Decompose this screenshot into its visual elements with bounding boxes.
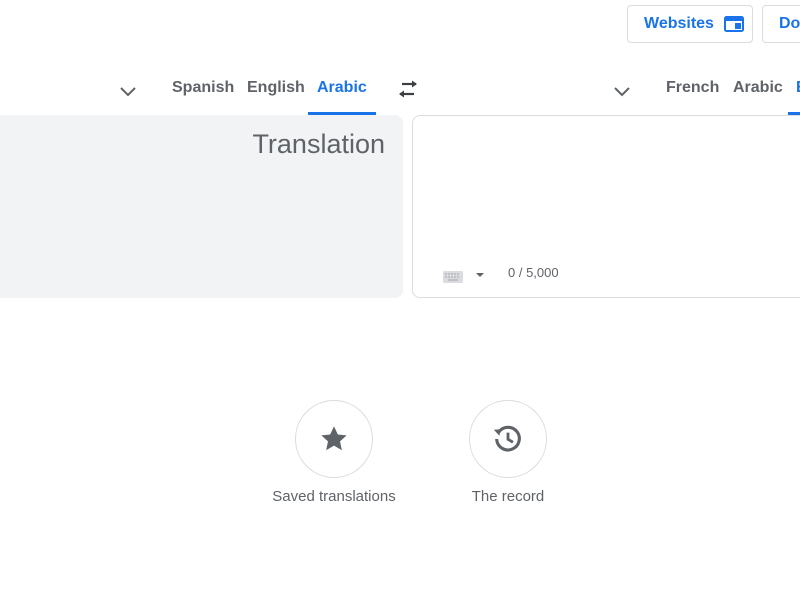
history-label: The record [471,488,545,505]
language-bar: Spanish English Arabic French Arabic E [0,68,800,116]
tab-target-french[interactable]: French [666,68,719,114]
tab-source-english[interactable]: English [247,68,305,114]
websites-button-label: Websites [644,15,714,32]
chevron-down-icon [120,87,136,97]
input-text-panel[interactable]: 0 / 5,000 [412,115,800,298]
documents-button-label: Do [779,15,800,32]
translate-page: Websites Do Spanish English Arabic Frenc… [0,0,800,600]
source-text: Translation [252,129,385,159]
history: The record [428,400,588,505]
keyboard-icon[interactable] [443,270,463,283]
source-language-dropdown[interactable] [116,80,140,104]
swap-languages-button[interactable] [394,76,422,104]
documents-button[interactable]: Do [762,5,800,43]
tab-target-arabic[interactable]: Arabic [733,68,783,114]
character-count: 0 / 5,000 [508,265,559,280]
star-icon [321,426,347,451]
history-icon [493,425,521,452]
saved-translations-label: Saved translations [272,488,396,505]
history-button[interactable] [469,400,547,478]
website-icon [723,16,744,32]
saved-translations: Saved translations [254,400,414,505]
caret-down-icon[interactable] [473,268,487,282]
source-text-panel[interactable]: Translation [0,115,403,298]
target-language-dropdown[interactable] [610,80,634,104]
tab-source-spanish[interactable]: Spanish [172,68,234,114]
swap-icon [399,80,417,98]
tab-target-english[interactable]: E [788,68,800,115]
tab-source-arabic[interactable]: Arabic [308,68,376,115]
saved-translations-button[interactable] [295,400,373,478]
chevron-down-icon [614,87,630,97]
websites-button[interactable]: Websites [627,5,753,43]
